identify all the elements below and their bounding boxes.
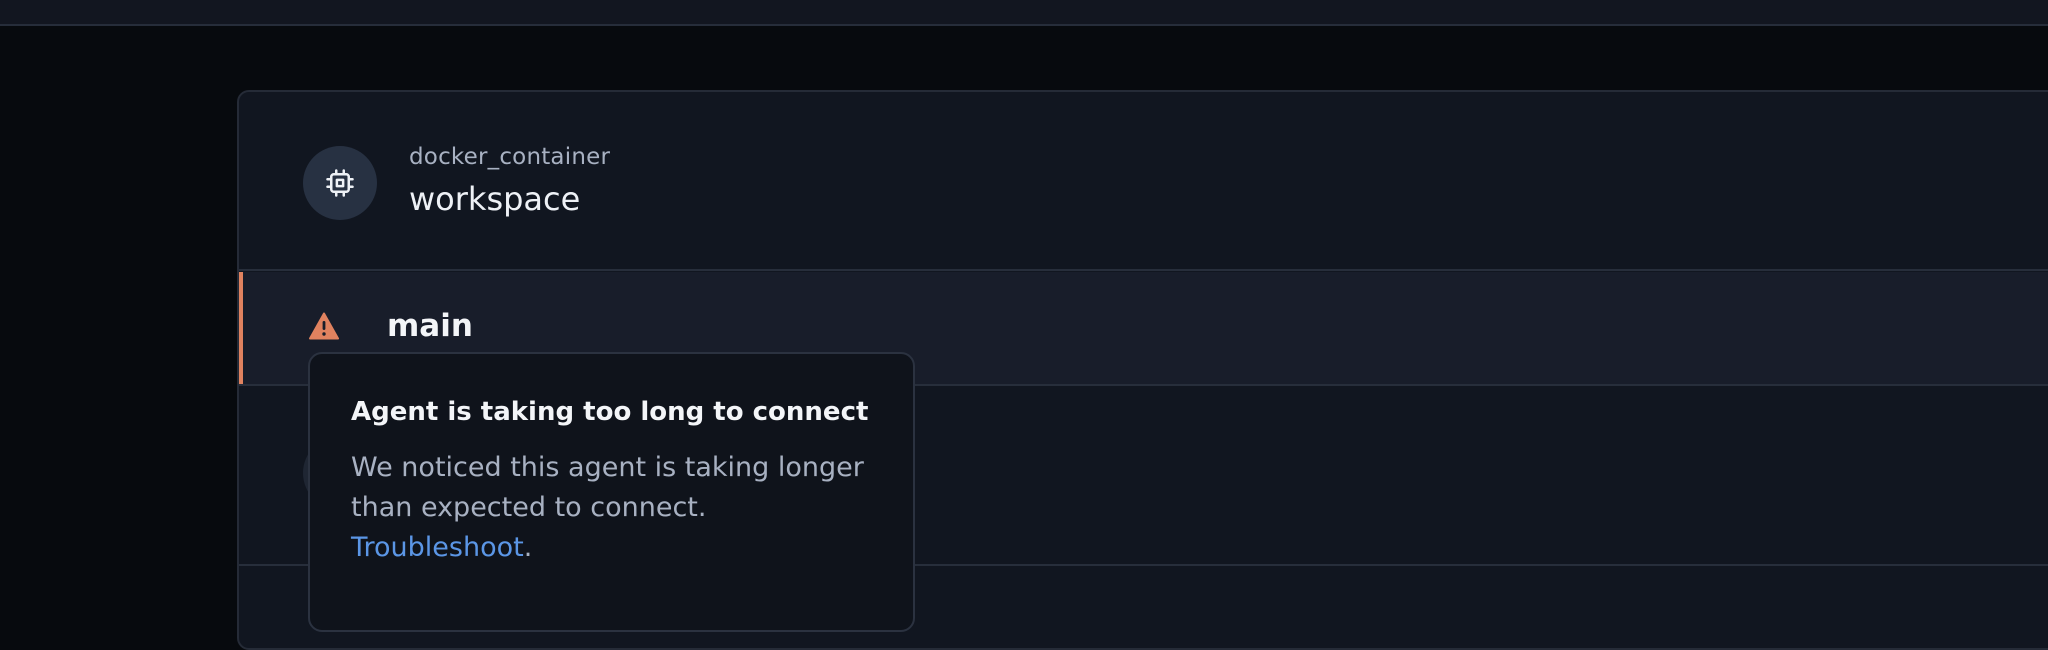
chip-icon (303, 146, 377, 220)
top-bar (0, 0, 2048, 26)
tooltip-message: We noticed this agent is taking longer t… (351, 451, 864, 523)
agent-status-tooltip: Agent is taking too long to connect We n… (308, 352, 915, 632)
warning-icon[interactable] (309, 312, 339, 340)
tooltip-body: We noticed this agent is taking longer t… (351, 448, 873, 568)
agent-name: main (387, 308, 473, 344)
resource-header: docker_container workspace (239, 92, 2048, 271)
tooltip-title: Agent is taking too long to connect (351, 397, 869, 427)
tooltip-link-suffix: . (523, 531, 533, 563)
resource-name: workspace (409, 180, 581, 218)
resource-type: docker_container (409, 144, 611, 170)
troubleshoot-link[interactable]: Troubleshoot (351, 532, 524, 563)
